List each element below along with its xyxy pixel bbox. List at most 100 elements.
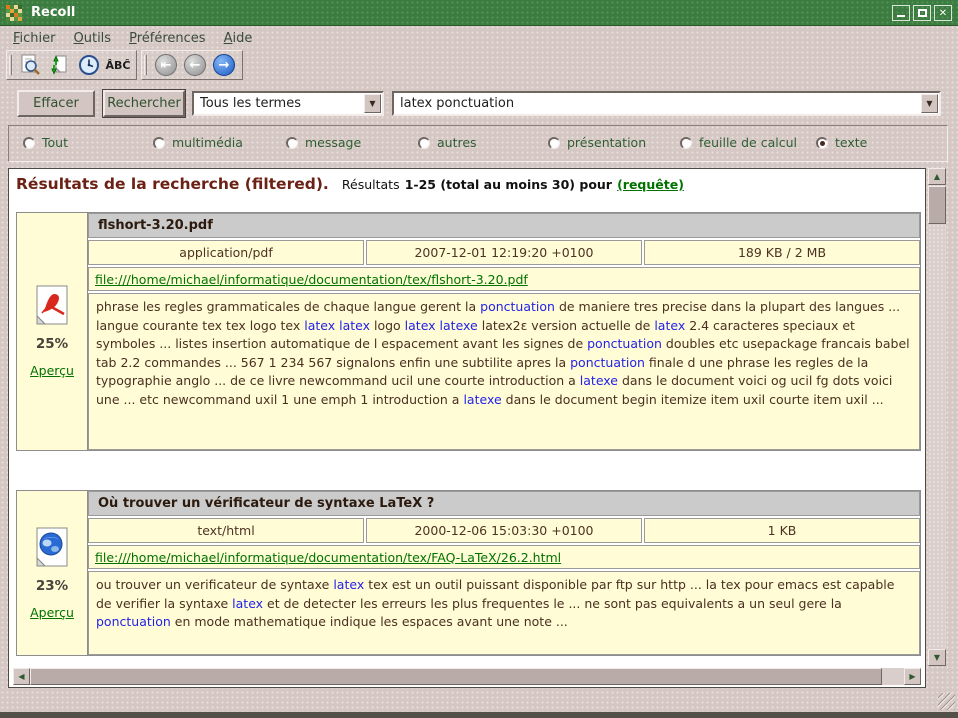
search-input[interactable] [394,93,921,114]
radio-label: message [305,135,361,150]
search-query-combo[interactable]: ▼ [392,91,941,116]
toolbar-group-tools: ÂBĈ [6,50,137,80]
radio-multimedia[interactable]: multimédia [153,135,243,150]
result-mime-type: application/pdf [88,240,364,265]
next-page-icon: → [213,54,235,76]
results-range: 1-25 (total au moins 30) pour [405,177,612,192]
show-query-detail-button[interactable] [18,52,44,78]
radio-message[interactable]: message [286,135,361,150]
result-1-main: flshort-3.20.pdf application/pdf 2007-12… [88,213,920,450]
radio-dot[interactable] [548,137,560,149]
sort-parameters-button[interactable] [47,52,73,78]
radio-dot[interactable] [286,137,298,149]
minimize-button[interactable] [892,5,910,21]
preview-link[interactable]: Aperçu [30,605,74,620]
next-page-button[interactable]: → [211,52,237,78]
chevron-down-icon[interactable]: ▼ [921,94,938,113]
radio-dot[interactable] [680,137,692,149]
recoll-window: Recoll ✕ Fichier Outils Préférences Aide [0,0,958,718]
radio-feuille-de-calcul[interactable]: feuille de calcul [680,135,797,150]
term-explorer-button[interactable]: ÂBĈ [105,52,131,78]
results-header: Résultats de la recherche (filtered). Ré… [16,174,684,193]
result-meta-row: application/pdf 2007-12-01 12:19:20 +010… [88,240,920,265]
radio-dot[interactable] [23,137,35,149]
query-link[interactable]: (requête) [617,177,684,192]
clock-icon [77,53,101,77]
previous-page-button[interactable]: ← [182,52,208,78]
results-panel: Résultats de la recherche (filtered). Ré… [8,168,926,688]
results-prefix: Résultats [342,177,400,192]
result-mime-type: text/html [88,518,364,543]
result-title[interactable]: flshort-3.20.pdf [88,213,920,238]
radio-texte[interactable]: texte [816,135,867,150]
minimize-icon [897,14,905,17]
scroll-right-icon[interactable]: ▶ [904,668,921,685]
menu-fichier[interactable]: Fichier [4,29,65,48]
sort-by-date-button[interactable] [76,52,102,78]
preview-link[interactable]: Aperçu [30,363,74,378]
close-icon: ✕ [939,8,947,19]
close-button[interactable]: ✕ [934,5,952,21]
result-title[interactable]: Où trouver un vérificateur de syntaxe La… [88,491,920,516]
previous-page-icon: ← [184,54,206,76]
pdf-document-icon [34,285,70,325]
menu-aide[interactable]: Aide [215,29,262,48]
menu-bar: Fichier Outils Préférences Aide [0,27,958,49]
radio-dot[interactable] [816,137,828,149]
radio-label: multimédia [172,135,243,150]
relevance-percent: 25% [36,336,68,352]
toolbar-handle[interactable] [9,55,12,75]
result-url-link[interactable]: file:///home/michael/informatique/docume… [95,550,561,565]
scroll-down-icon[interactable]: ▼ [928,649,946,666]
vertical-scroll-thumb[interactable] [928,186,946,224]
maximize-button[interactable] [913,5,931,21]
results-title: Résultats de la recherche (filtered). [16,175,329,193]
radio-label: présentation [567,135,646,150]
abc-icon: ÂBĈ [106,59,131,72]
horizontal-scrollbar[interactable]: ◀ ▶ [13,668,921,685]
result-date: 2000-12-06 15:03:30 +0100 [366,518,642,543]
radio-tout[interactable]: Tout [23,135,68,150]
menu-preferences[interactable]: Préférences [120,29,214,48]
scroll-left-icon[interactable]: ◀ [13,668,30,685]
vertical-scrollbar[interactable]: ▲ ▼ [928,168,946,666]
result-date: 2007-12-01 12:19:20 +0100 [366,240,642,265]
document-magnifier-icon [19,53,43,77]
radio-label: feuille de calcul [699,135,797,150]
radio-label: Tout [42,135,68,150]
document-updown-arrows-icon [48,53,72,77]
toolbar-handle[interactable] [144,55,147,75]
clear-button[interactable]: Effacer [17,90,95,117]
window-title: Recoll [31,5,75,20]
radio-dot[interactable] [418,137,430,149]
chevron-down-icon[interactable]: ▼ [364,94,381,113]
maximize-icon [918,9,927,17]
result-item-1: 25% Aperçu flshort-3.20.pdf application/… [16,212,921,451]
result-url-row: file:///home/michael/informatique/docume… [88,267,920,291]
result-1-side: 25% Aperçu [17,213,88,450]
radio-autres[interactable]: autres [418,135,477,150]
vertical-scroll-track[interactable] [928,185,946,649]
result-2-main: Où trouver un vérificateur de syntaxe La… [88,491,920,655]
horizontal-scroll-thumb[interactable] [30,668,882,685]
title-bar[interactable]: Recoll ✕ [0,0,958,26]
category-filter-bar: Tout multimédia message autres présentat… [8,125,948,162]
window-bottom-edge [0,712,958,718]
radio-presentation[interactable]: présentation [548,135,646,150]
first-page-icon: ⇤ [155,54,177,76]
horizontal-scroll-track[interactable] [30,668,904,685]
resize-grip[interactable] [938,693,955,710]
result-size: 189 KB / 2 MB [644,240,920,265]
first-page-button[interactable]: ⇤ [153,52,179,78]
recoll-app-icon [6,5,22,21]
radio-dot[interactable] [153,137,165,149]
result-url-row: file:///home/michael/informatique/docume… [88,545,920,569]
scroll-up-icon[interactable]: ▲ [928,168,946,185]
toolbar: ÂBĈ ⇤ ← → [6,50,243,80]
result-snippet: phrase les regles grammaticales de chaqu… [88,293,920,450]
html-document-icon [34,527,70,567]
search-mode-select[interactable]: Tous les termes ▼ [192,91,384,116]
result-url-link[interactable]: file:///home/michael/informatique/docume… [95,272,528,287]
menu-outils[interactable]: Outils [65,29,121,48]
search-button[interactable]: Rechercher [103,90,185,117]
